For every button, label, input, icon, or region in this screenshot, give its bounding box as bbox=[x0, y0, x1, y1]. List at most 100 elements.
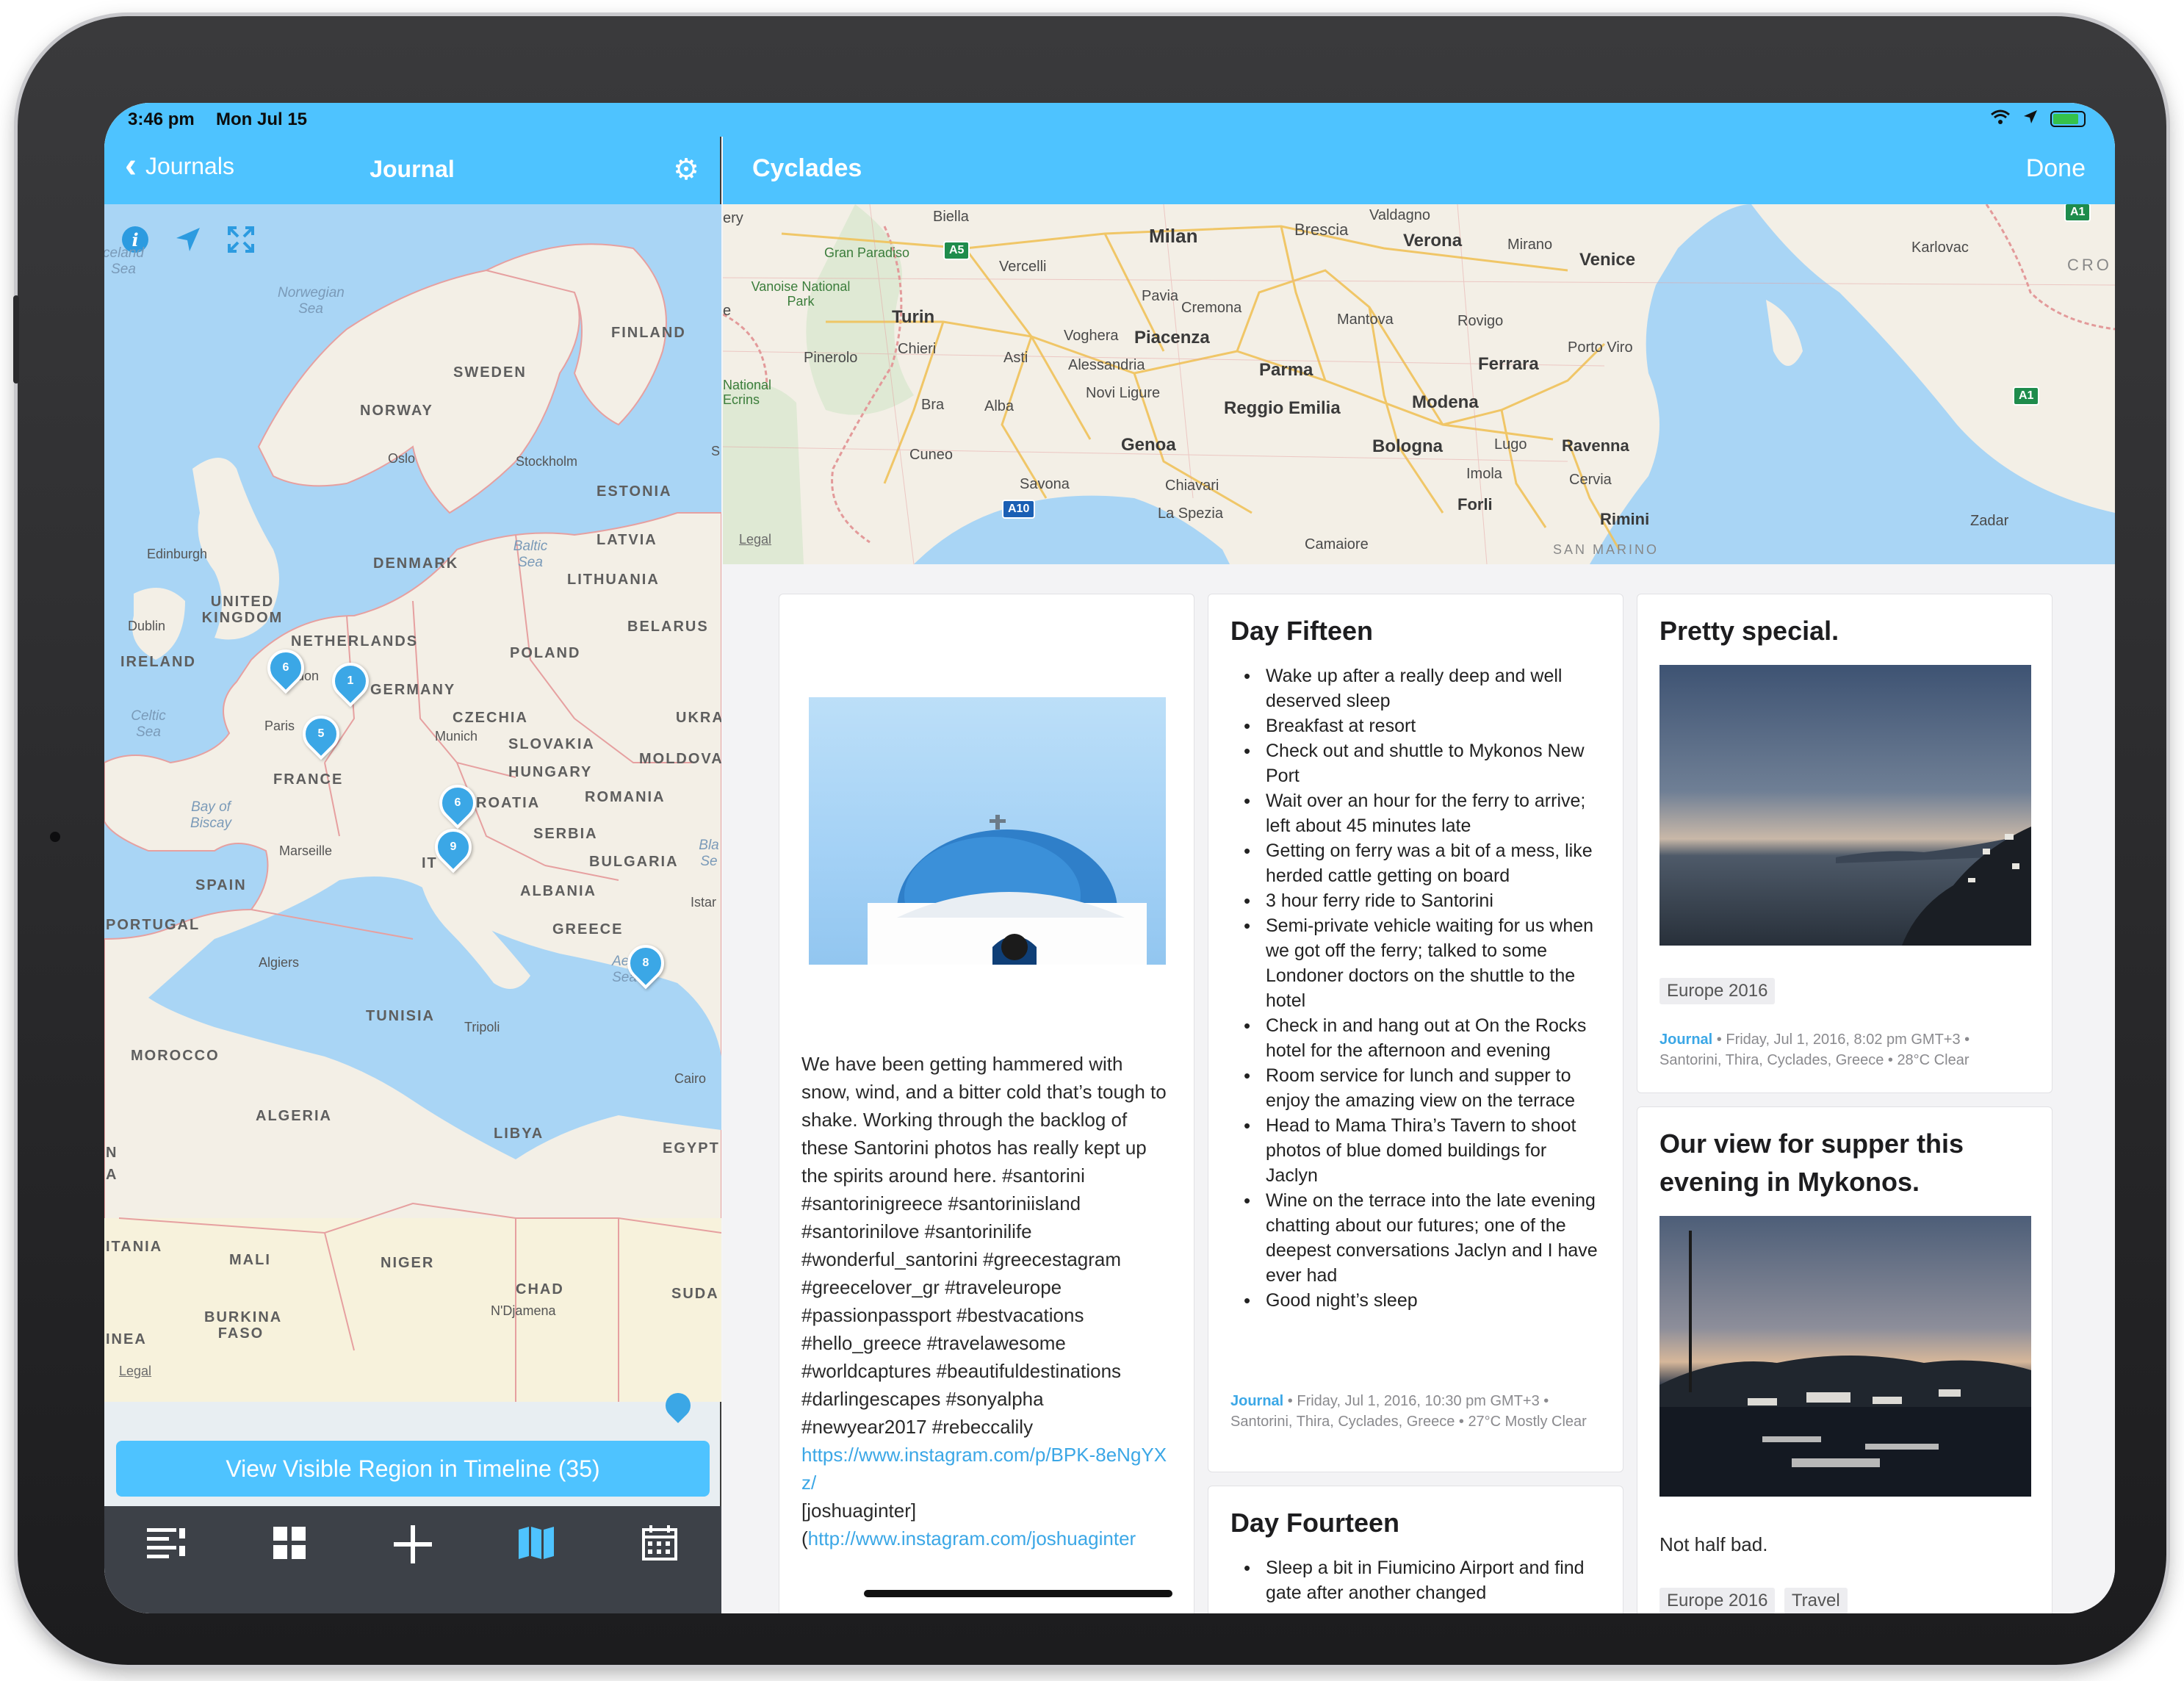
location-arrow-icon[interactable] bbox=[173, 225, 212, 263]
list-item: Breakfast at resort bbox=[1230, 713, 1598, 738]
fullscreen-icon[interactable] bbox=[226, 225, 264, 263]
add-icon[interactable] bbox=[383, 1525, 442, 1569]
list-item: Semi-private vehicle waiting for us when… bbox=[1230, 913, 1598, 1013]
view-region-in-timeline-button[interactable]: View Visible Region in Timeline (35) bbox=[116, 1441, 710, 1497]
map-city: Porto Viro bbox=[1568, 339, 1633, 356]
map-city: Novi Ligure bbox=[1086, 385, 1161, 401]
country-label: ALBANIA bbox=[520, 883, 597, 899]
map-city: Chiavari bbox=[1165, 478, 1219, 494]
list-item: Room service for lunch and supper to enj… bbox=[1230, 1063, 1598, 1113]
sea-label: Baltic Sea bbox=[513, 539, 548, 570]
map-city: Verona bbox=[1403, 231, 1463, 251]
map-city: Chieri bbox=[898, 341, 937, 357]
ipad-frame: 3:46 pm Mon Jul 15 ‹ Journals Journal ⚙ … bbox=[13, 16, 2166, 1665]
entry-text: We have been getting hammered with snow,… bbox=[801, 1053, 1167, 1438]
country-label: IRELAND bbox=[120, 654, 196, 670]
city-label: Paris bbox=[264, 719, 295, 733]
front-camera bbox=[50, 832, 60, 842]
sea-label: Celtic Sea bbox=[131, 708, 166, 740]
entry-card-day-fourteen[interactable]: Day Fourteen Sleep a bit in Fiumicino Ai… bbox=[1208, 1486, 1623, 1613]
map-city: Camaiore bbox=[1305, 536, 1369, 552]
map-legal-link[interactable]: Legal bbox=[119, 1364, 151, 1379]
city-label: Oslo bbox=[388, 451, 416, 466]
gear-icon[interactable]: ⚙ bbox=[673, 153, 699, 187]
map-city: Alessandria bbox=[1068, 357, 1145, 373]
country-label: LIBYA bbox=[494, 1126, 544, 1142]
done-button[interactable]: Done bbox=[2026, 154, 2086, 183]
highway-shield: A1 bbox=[2064, 204, 2091, 222]
region-title: Cyclades bbox=[752, 154, 862, 182]
entry-title: Day Fifteen bbox=[1230, 616, 1374, 646]
country-label: SLOVAKIA bbox=[508, 736, 595, 752]
country-label: HUNGARY bbox=[508, 764, 593, 780]
blue-dome-photo bbox=[809, 697, 1166, 965]
europe-map[interactable]: i celand Sea Norwegian Sea Baltic Sea Ce… bbox=[104, 204, 721, 1402]
entry-body: We have been getting hammered with snow,… bbox=[801, 1050, 1173, 1552]
highway-shield: A5 bbox=[943, 241, 970, 260]
city-label: Stockholm bbox=[516, 454, 578, 469]
list-item: Good night’s sleep bbox=[1230, 1288, 1598, 1313]
city-label: Algiers bbox=[259, 955, 300, 970]
map-city: Rovigo bbox=[1457, 313, 1504, 329]
map-city: Imola bbox=[1466, 466, 1502, 482]
country-label: DENMARK bbox=[373, 555, 459, 572]
map-city: National Ecrins bbox=[723, 378, 772, 407]
list-item: Check in and hang out at On the Rocks ho… bbox=[1230, 1013, 1598, 1063]
tab-bar bbox=[104, 1506, 721, 1613]
entry-card-photo-post[interactable]: We have been getting hammered with snow,… bbox=[779, 594, 1194, 1613]
country-label: BULGARIA bbox=[589, 854, 679, 870]
map-legal-link[interactable]: Legal bbox=[739, 532, 771, 547]
country-label: N bbox=[106, 1145, 118, 1161]
map-city: Biella bbox=[933, 209, 969, 225]
list-item: Wait over an hour for the ferry to arriv… bbox=[1230, 788, 1598, 838]
instagram-profile-link[interactable]: http://www.instagram.com/joshuaginter bbox=[808, 1527, 1136, 1549]
journal-map-pane: ‹ Journals Journal ⚙ i celand Sea Norweg… bbox=[104, 103, 721, 1613]
region-map[interactable]: Biella Milan Brescia Valdagno Verona Mir… bbox=[723, 204, 2115, 564]
country-label: EGYPT bbox=[663, 1140, 720, 1156]
map-icon[interactable] bbox=[507, 1525, 566, 1569]
tag-badge[interactable]: Travel bbox=[1784, 1588, 1848, 1613]
entry-card-pretty-special[interactable]: Pretty special. Europe 2016 Journal • Fr… bbox=[1637, 594, 2053, 1093]
journal-link[interactable]: Journal bbox=[1659, 1032, 1712, 1048]
map-city: Alba bbox=[984, 398, 1014, 414]
map-city: Venice bbox=[1579, 250, 1636, 270]
map-city: Mantova bbox=[1337, 312, 1394, 328]
entry-tags: Europe 2016 Travel bbox=[1659, 1588, 1853, 1613]
entry-title: Pretty special. bbox=[1659, 616, 1839, 646]
country-label: LATVIA bbox=[597, 532, 657, 548]
home-indicator[interactable] bbox=[864, 1590, 1172, 1597]
entries-grid: We have been getting hammered with snow,… bbox=[723, 564, 2115, 1613]
map-city: Valdagno bbox=[1369, 207, 1431, 223]
map-city: Pavia bbox=[1142, 288, 1179, 304]
entry-handle: [joshuaginter] bbox=[801, 1500, 917, 1522]
country-label: MOLDOVA bbox=[639, 751, 721, 767]
entry-card-day-fifteen[interactable]: Day Fifteen Wake up after a really deep … bbox=[1208, 594, 1623, 1472]
country-label: NIGER bbox=[381, 1255, 435, 1271]
tag-badge[interactable]: Europe 2016 bbox=[1659, 1588, 1776, 1613]
country-label: FINLAND bbox=[611, 325, 686, 341]
list-icon[interactable] bbox=[137, 1525, 195, 1569]
country-label: ESTONIA bbox=[597, 483, 672, 500]
entry-metadata: Journal • Friday, Jul 1, 2016, 10:30 pm … bbox=[1230, 1391, 1598, 1432]
grid-icon[interactable] bbox=[260, 1525, 319, 1569]
country-label: IT bbox=[422, 855, 438, 871]
map-city: Asti bbox=[1003, 350, 1028, 366]
map-city: Genoa bbox=[1121, 435, 1176, 455]
city-label: N'Djamena bbox=[491, 1303, 556, 1318]
entry-metadata: Journal • Friday, Jul 1, 2016, 8:02 pm G… bbox=[1659, 1029, 2031, 1070]
entry-meta-text: • Friday, Jul 1, 2016, 10:30 pm GMT+3 • … bbox=[1230, 1393, 1587, 1430]
country-label: GREECE bbox=[552, 921, 624, 937]
entry-title: Day Fourteen bbox=[1230, 1508, 1400, 1538]
map-city: Zadar bbox=[1970, 513, 2009, 529]
country-label: SUDA bbox=[671, 1286, 719, 1302]
entry-card-mykonos[interactable]: Our view for supper this evening in Myko… bbox=[1637, 1106, 2053, 1613]
calendar-icon[interactable] bbox=[630, 1525, 689, 1569]
journal-link[interactable]: Journal bbox=[1230, 1393, 1283, 1409]
tag-badge[interactable]: Europe 2016 bbox=[1659, 978, 1776, 1004]
map-city: Gran Paradiso bbox=[824, 245, 910, 260]
location-arrow-icon bbox=[2022, 109, 2039, 129]
instagram-post-link[interactable]: https://www.instagram.com/p/BPK-8eNgYXz/ bbox=[801, 1441, 1173, 1497]
status-date: Mon Jul 15 bbox=[216, 109, 308, 129]
entry-checklist: Wake up after a really deep and well des… bbox=[1230, 663, 1598, 1313]
list-item: 3 hour ferry ride to Santorini bbox=[1230, 888, 1598, 913]
